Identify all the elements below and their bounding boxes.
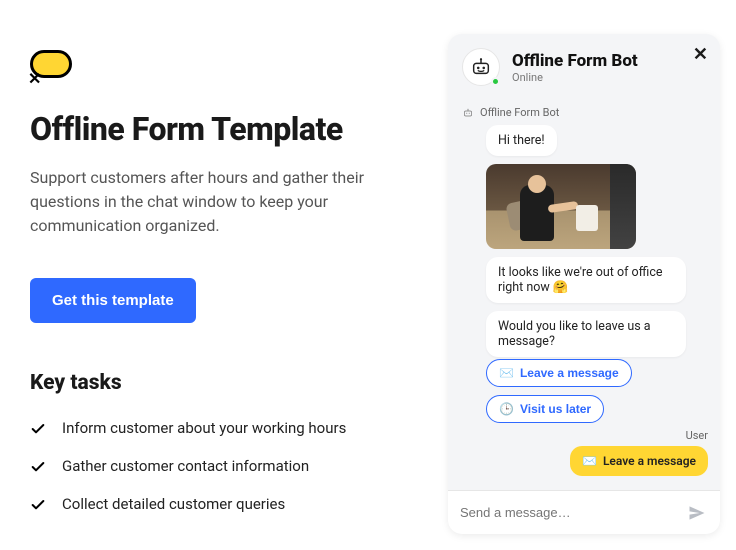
task-text: Gather customer contact information	[62, 457, 309, 475]
page-title: Offline Form Template	[30, 110, 410, 148]
bot-messages: Hi there! It looks like we're out of off…	[460, 125, 708, 357]
thread-bot-label: Offline Form Bot	[480, 106, 559, 119]
envelope-icon: ✉️	[499, 366, 514, 380]
check-icon	[30, 421, 46, 441]
right-column: Offline Form Bot Online ✕ Offline Form B…	[440, 0, 736, 550]
get-template-button[interactable]: Get this template	[30, 278, 196, 323]
header-text: Offline Form Bot Online	[512, 51, 638, 84]
bot-message-prompt: Would you like to leave us a message?	[486, 311, 686, 357]
send-icon	[687, 503, 707, 523]
status-dot-icon	[491, 77, 500, 86]
user-label: User	[686, 429, 708, 442]
page-root: ✕ Offline Form Template Support customer…	[0, 0, 736, 550]
message-thread: Offline Form Bot Hi there! It looks like…	[448, 98, 720, 490]
bot-message-hi: Hi there!	[486, 125, 557, 156]
composer	[448, 490, 720, 534]
bot-name: Offline Form Bot	[512, 51, 638, 71]
send-button[interactable]	[686, 502, 708, 524]
task-item: Collect detailed customer queries	[30, 495, 410, 517]
bot-message-out-of-office: It looks like we're out of office right …	[486, 257, 686, 303]
clock-icon: 🕒	[499, 402, 514, 416]
bot-avatar	[462, 48, 500, 86]
widget-header: Offline Form Bot Online ✕	[448, 34, 720, 98]
brand-logo: ✕	[30, 50, 76, 84]
user-row: User ✉️ Leave a message	[460, 429, 708, 476]
bot-status: Online	[512, 71, 638, 84]
close-icon[interactable]: ✕	[693, 46, 708, 64]
envelope-icon: ✉️	[582, 454, 597, 468]
check-icon	[30, 459, 46, 479]
bot-icon	[470, 56, 492, 78]
user-selection-bubble: ✉️ Leave a message	[570, 446, 708, 476]
thread-bot-label-row: Offline Form Bot	[462, 106, 708, 119]
check-icon	[30, 497, 46, 517]
key-tasks-heading: Key tasks	[30, 371, 410, 395]
key-tasks-list: Inform customer about your working hours…	[30, 419, 410, 517]
quick-reply-visit-later[interactable]: 🕒 Visit us later	[486, 395, 604, 423]
quick-reply-leave-message[interactable]: ✉️ Leave a message	[486, 359, 632, 387]
message-input[interactable]	[460, 505, 678, 520]
task-item: Gather customer contact information	[30, 457, 410, 479]
task-text: Collect detailed customer queries	[62, 495, 285, 513]
quick-reply-label: Visit us later	[520, 402, 591, 416]
user-selection-text: Leave a message	[603, 454, 696, 468]
chat-widget: Offline Form Bot Online ✕ Offline Form B…	[448, 34, 720, 534]
quick-reply-label: Leave a message	[520, 366, 619, 380]
left-column: ✕ Offline Form Template Support customer…	[0, 0, 440, 550]
reaction-gif	[486, 164, 636, 249]
task-item: Inform customer about your working hours	[30, 419, 410, 441]
quick-reply-group: ✉️ Leave a message 🕒 Visit us later	[460, 359, 708, 423]
task-text: Inform customer about your working hours	[62, 419, 346, 437]
bot-mini-icon	[462, 107, 474, 119]
page-subtitle: Support customers after hours and gather…	[30, 166, 390, 238]
